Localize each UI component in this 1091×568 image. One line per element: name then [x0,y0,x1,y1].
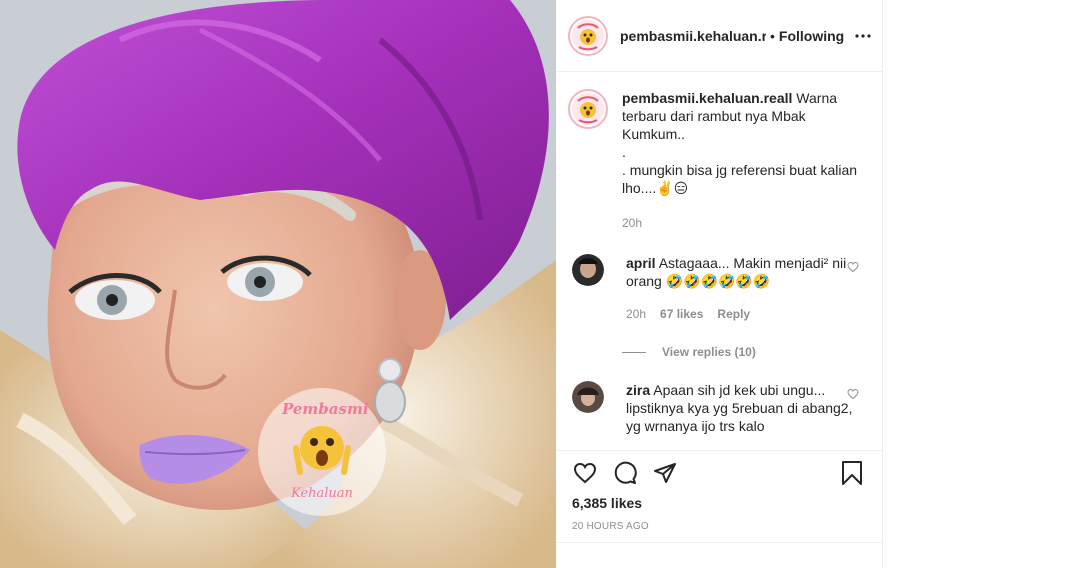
comment-item: april Astagaaa... Makin menjadi² nii ora… [568,254,867,323]
small-heart-icon [847,388,859,400]
share-button[interactable] [652,460,678,486]
caption-line-3: . mungkin bisa jg referensi buat kalian … [622,162,858,196]
replies-divider-line [622,351,646,353]
header-separator-dot: • [770,27,775,44]
following-button[interactable]: Following [779,28,844,44]
comment-meta: 20h 67 likes Reply [626,305,854,323]
page-background-right [883,0,1091,568]
post-photo[interactable]: Pembasmi Kehaluan [0,0,556,568]
save-button[interactable] [839,460,865,486]
comment-body: zira Apaan sih jd kek ubi ungu... lipsti… [626,381,854,435]
action-icons [572,451,867,495]
like-button[interactable] [572,460,598,486]
bookmark-icon [842,461,862,485]
profile-logo-icon [572,93,604,125]
post-header: pembasmii.kehaluan.re • Following [556,0,883,72]
heart-icon [573,462,597,484]
header-username[interactable]: pembasmii.kehaluan.re [620,28,766,44]
comment-text: Apaan sih jd kek ubi ungu... lipstiknya … [626,382,853,434]
add-comment-bar[interactable] [556,542,883,568]
post-photo-illustration [0,0,556,568]
view-replies-button[interactable]: View replies (10) [622,345,867,359]
comment-time[interactable]: 20h [626,305,646,323]
watermark-text-bottom: Kehaluan [291,486,353,501]
caption-body: pembasmii.kehaluan.reall Warna terbaru d… [622,89,862,232]
comment-button[interactable] [612,460,638,486]
watermark-text-top: Pembasmi [282,400,369,418]
comments-section[interactable]: pembasmii.kehaluan.reall Warna terbaru d… [556,73,883,449]
avatar-photo-icon [572,381,604,413]
more-options-button[interactable] [851,24,875,48]
caption-line-1: pembasmii.kehaluan.reall Warna terbaru d… [622,89,862,143]
share-icon [654,463,676,483]
comment-username[interactable]: april [626,255,656,271]
comment-text-line: april Astagaaa... Makin menjadi² nii ora… [626,254,854,290]
comment-item: zira Apaan sih jd kek ubi ungu... lipsti… [568,381,867,435]
caption-time[interactable]: 20h [622,214,862,232]
reply-button[interactable]: Reply [717,305,750,323]
comment-like-button[interactable] [847,260,861,274]
header-avatar[interactable] [568,15,608,56]
post-caption: pembasmii.kehaluan.reall Warna terbaru d… [568,89,867,232]
caption-line-2: . [622,144,626,160]
comment-likes[interactable]: 67 likes [660,305,703,323]
small-heart-icon [847,261,859,273]
comment-like-button[interactable] [847,387,861,401]
comment-username[interactable]: zira [626,382,650,398]
more-horizontal-icon [855,34,871,38]
profile-logo-icon [572,19,604,52]
comment-avatar[interactable] [572,381,604,413]
comment-icon [614,461,637,484]
comment-body: april Astagaaa... Makin menjadi² nii ora… [626,254,854,323]
post-timestamp[interactable]: 20 HOURS AGO [572,521,867,532]
comment-text-line: zira Apaan sih jd kek ubi ungu... lipsti… [626,381,854,435]
caption-avatar[interactable] [568,89,608,129]
avatar-photo-icon [572,254,604,286]
caption-username[interactable]: pembasmii.kehaluan.reall [622,90,792,106]
comment-avatar[interactable] [572,254,604,286]
view-replies-label: View replies (10) [662,345,756,359]
comment-text: Astagaaa... Makin menjadi² nii orang 🤣🤣🤣… [626,255,847,289]
likes-count[interactable]: 6,385 likes [572,495,867,511]
post-actions: 6,385 likes 20 HOURS AGO [556,450,883,542]
post-side-panel: pembasmii.kehaluan.re • Following pembas… [556,0,883,568]
